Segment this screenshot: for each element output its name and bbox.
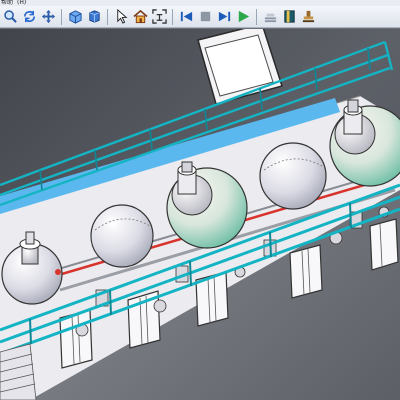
toolbar-separator [256, 8, 257, 25]
pan-button[interactable] [39, 8, 57, 26]
zoom-button[interactable] [1, 8, 19, 26]
3d-viewport[interactable] [0, 29, 400, 400]
vessel-2 [90, 204, 154, 268]
layers-icon [264, 13, 276, 23]
stamp-icon [302, 10, 314, 23]
last-frame-button[interactable] [215, 8, 233, 26]
play-icon [238, 10, 249, 23]
plant-3d-scene [0, 29, 400, 400]
play-button[interactable] [234, 8, 252, 26]
select-arrow-icon [116, 9, 127, 24]
zoom-icon [3, 10, 17, 23]
book-icon [283, 10, 295, 23]
rotate-icon [23, 10, 35, 23]
last-frame-icon [218, 11, 230, 22]
iso-view-icon [68, 10, 82, 24]
stop-button[interactable] [196, 8, 214, 26]
home-button[interactable] [131, 8, 149, 26]
book-button[interactable] [280, 8, 298, 26]
rotate-button[interactable] [20, 8, 38, 26]
fit-button[interactable] [150, 8, 168, 26]
layers-button[interactable] [261, 8, 279, 26]
stop-icon [200, 11, 210, 22]
select-button[interactable] [112, 8, 130, 26]
stair [0, 343, 37, 400]
home-icon [132, 9, 148, 24]
first-frame-button[interactable] [177, 8, 195, 26]
toolbar-separator [61, 8, 62, 25]
pan-icon [41, 9, 55, 24]
box-view-button[interactable] [85, 8, 103, 26]
toolbar-separator [107, 8, 108, 25]
first-frame-icon [180, 11, 192, 22]
iso-view-button[interactable] [66, 8, 84, 26]
vessel-4 [259, 142, 327, 210]
box-view-icon [88, 10, 100, 23]
toolbar [0, 6, 400, 28]
stamp-button[interactable] [299, 8, 317, 26]
toolbar-separator [172, 8, 173, 25]
fit-icon [151, 9, 167, 24]
